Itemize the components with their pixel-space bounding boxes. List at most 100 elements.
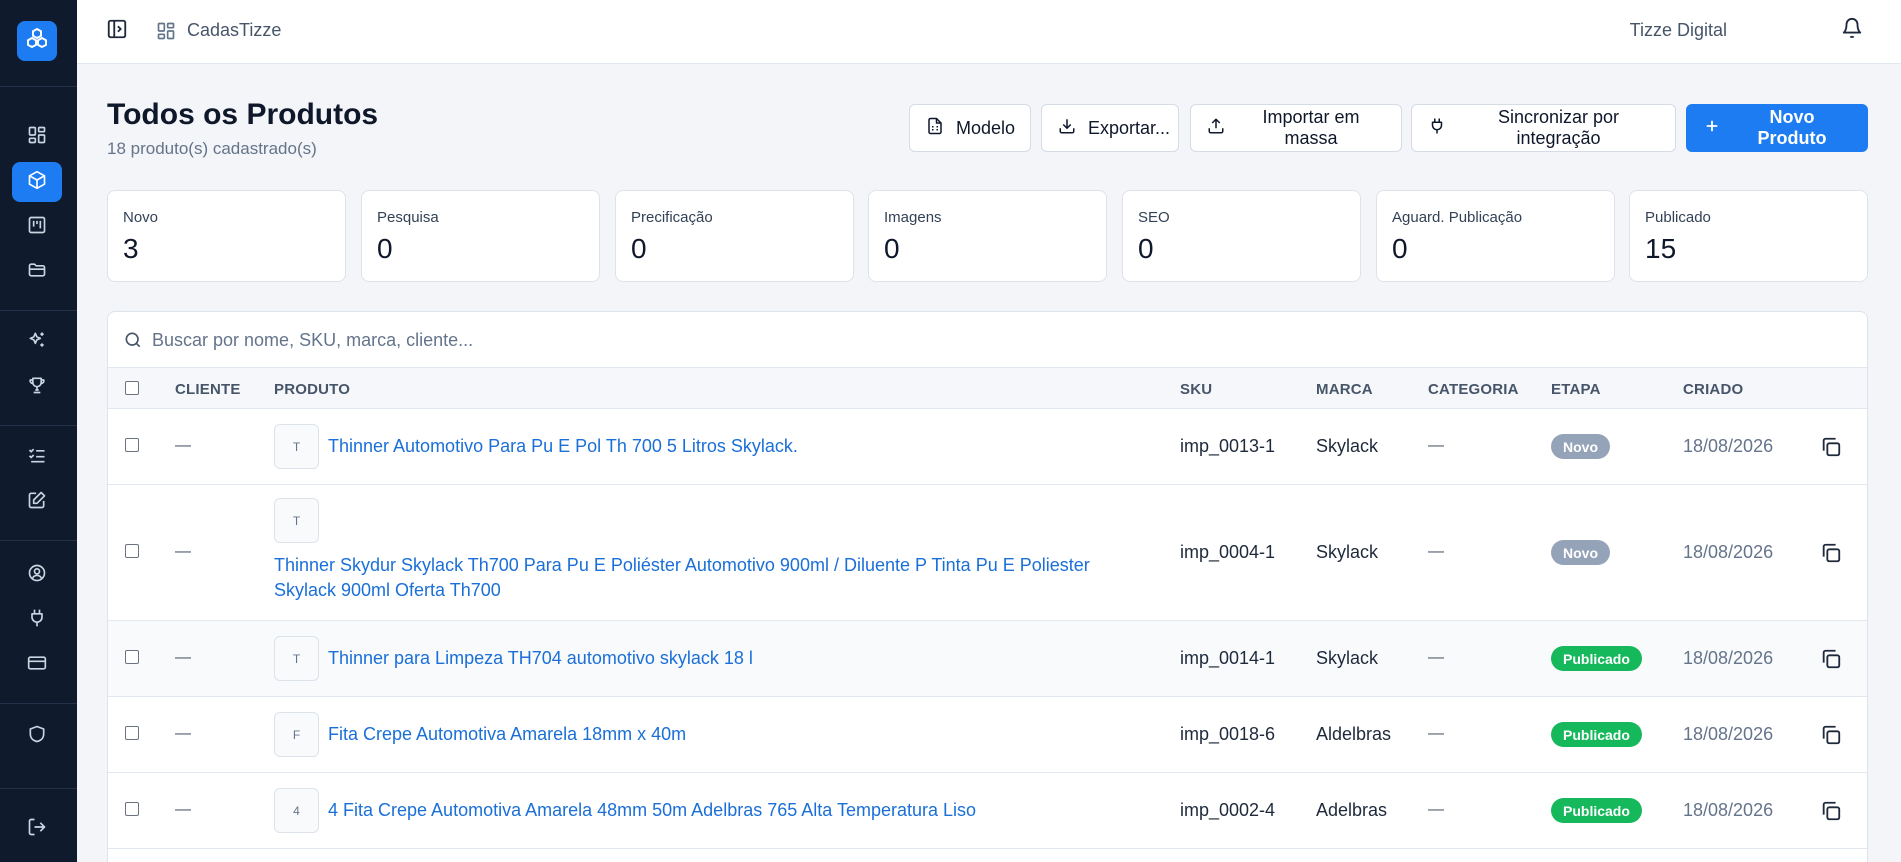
stat-value: 15 bbox=[1645, 233, 1677, 264]
stat-card-precificacao[interactable]: Precificação 0 bbox=[615, 190, 854, 282]
stat-card-publicado[interactable]: Publicado 15 bbox=[1629, 190, 1868, 282]
modelo-button[interactable]: Modelo bbox=[909, 104, 1031, 152]
column-header-marca[interactable]: MARCA bbox=[1316, 381, 1373, 398]
logo-icon bbox=[25, 27, 49, 56]
row-checkbox[interactable] bbox=[125, 650, 139, 664]
stat-card-imagens[interactable]: Imagens 0 bbox=[868, 190, 1107, 282]
sidebar-item-editor[interactable] bbox=[12, 482, 62, 522]
marca-cell: Skylack bbox=[1316, 648, 1379, 668]
sidebar-item-produtos[interactable] bbox=[12, 162, 62, 202]
copy-icon bbox=[1820, 649, 1842, 674]
table-row[interactable]: — T Thinner Skydur Skylack Th700 Para Pu… bbox=[108, 485, 1867, 621]
grid-icon bbox=[156, 21, 176, 41]
sku-cell: imp_0014-1 bbox=[1180, 648, 1276, 668]
product-thumbnail: T bbox=[274, 424, 319, 469]
product-link[interactable]: Thinner Automotivo Para Pu E Pol Th 700 … bbox=[328, 434, 1108, 459]
sidebar-toggle-button[interactable] bbox=[105, 19, 129, 43]
criado-cell: 18/08/2026 bbox=[1683, 436, 1774, 456]
panel-left-icon bbox=[106, 18, 128, 45]
novo-produto-label: Novo Produto bbox=[1757, 107, 1827, 148]
novo-produto-button[interactable]: Novo Produto bbox=[1686, 104, 1868, 152]
sidebar-item-arquivos[interactable] bbox=[12, 252, 62, 292]
row-checkbox[interactable] bbox=[125, 544, 139, 558]
stat-card-seo[interactable]: SEO 0 bbox=[1122, 190, 1361, 282]
criado-cell: 18/08/2026 bbox=[1683, 542, 1774, 562]
product-thumbnail: T bbox=[274, 498, 319, 543]
product-link[interactable]: 4 Fita Crepe Automotiva Amarela 48mm 50m… bbox=[328, 798, 1108, 823]
status-badge: Novo bbox=[1551, 434, 1610, 459]
dashboard-icon bbox=[27, 125, 47, 150]
stat-card-pesquisa[interactable]: Pesquisa 0 bbox=[361, 190, 600, 282]
column-header-cliente[interactable]: CLIENTE bbox=[175, 381, 241, 398]
status-badge: Publicado bbox=[1551, 798, 1642, 823]
sidebar-item-clientes[interactable] bbox=[12, 555, 62, 595]
stat-label: Novo bbox=[123, 209, 159, 226]
column-header-criado[interactable]: CRIADO bbox=[1683, 381, 1743, 398]
sidebar-item-tarefas[interactable] bbox=[12, 437, 62, 477]
table-row[interactable]: — T Thinner para Limpeza TH704 automotiv… bbox=[108, 621, 1867, 697]
table-header: CLIENTE PRODUTO SKU MARCA CATEGORIA ETAP… bbox=[108, 368, 1867, 409]
sincronizar-button[interactable]: Sincronizar por integração bbox=[1411, 104, 1676, 152]
stat-card-novo[interactable]: Novo 3 bbox=[107, 190, 346, 282]
product-thumbnail: 4 bbox=[274, 788, 319, 833]
row-checkbox[interactable] bbox=[125, 438, 139, 452]
search-icon bbox=[123, 330, 143, 350]
sidebar-item-faturamento[interactable] bbox=[12, 645, 62, 685]
product-link[interactable]: Thinner Skydur Skylack Th700 Para Pu E P… bbox=[274, 553, 1144, 603]
notifications-button[interactable] bbox=[1838, 16, 1866, 44]
copy-button[interactable] bbox=[1820, 724, 1842, 746]
app-logo[interactable] bbox=[17, 21, 57, 61]
cliente-cell: — bbox=[175, 725, 191, 742]
criado-cell: 18/08/2026 bbox=[1683, 648, 1774, 668]
categoria-cell: — bbox=[1428, 437, 1444, 454]
product-link[interactable]: Fita Crepe Automotiva Amarela 18mm x 40m bbox=[328, 722, 1108, 747]
sidebar-divider bbox=[0, 310, 77, 311]
criado-cell: 18/08/2026 bbox=[1683, 724, 1774, 744]
row-checkbox[interactable] bbox=[125, 726, 139, 740]
cube-icon bbox=[27, 170, 47, 195]
sidebar-item-dashboard[interactable] bbox=[12, 117, 62, 157]
bell-icon bbox=[1841, 17, 1863, 44]
plus-icon bbox=[1703, 117, 1721, 140]
column-header-sku[interactable]: SKU bbox=[1180, 381, 1212, 398]
column-header-etapa[interactable]: ETAPA bbox=[1551, 381, 1601, 398]
importar-label: Importar em massa bbox=[1262, 107, 1360, 148]
page-title: Todos os Produtos bbox=[107, 98, 379, 131]
sidebar-item-logout[interactable] bbox=[12, 809, 62, 849]
exportar-button[interactable]: Exportar... bbox=[1041, 104, 1179, 152]
upload-icon bbox=[1207, 117, 1225, 140]
copy-icon bbox=[1820, 437, 1842, 462]
topbar: CadasTizze Tizze Digital bbox=[77, 0, 1901, 64]
plug-icon bbox=[1428, 117, 1446, 140]
copy-button[interactable] bbox=[1820, 436, 1842, 458]
table-row[interactable]: — 4 4 Fita Crepe Automotiva Amarela 48mm… bbox=[108, 773, 1867, 849]
categoria-cell: — bbox=[1428, 725, 1444, 742]
sidebar-item-ia[interactable] bbox=[12, 322, 62, 362]
categoria-cell: — bbox=[1428, 543, 1444, 560]
sku-cell: imp_0018-6 bbox=[1180, 724, 1276, 744]
credit-card-icon bbox=[27, 653, 47, 678]
row-checkbox[interactable] bbox=[125, 802, 139, 816]
stat-value: 0 bbox=[377, 233, 393, 264]
list-checks-icon bbox=[27, 445, 47, 470]
trophy-icon bbox=[27, 375, 47, 400]
copy-button[interactable] bbox=[1820, 800, 1842, 822]
stat-card-aguardando-publicacao[interactable]: Aguard. Publicação 0 bbox=[1376, 190, 1615, 282]
marca-cell: Aldelbras bbox=[1316, 724, 1392, 744]
product-link[interactable]: Thinner para Limpeza TH704 automotivo sk… bbox=[328, 646, 1108, 671]
table-row[interactable]: — T Thinner Automotivo Para Pu E Pol Th … bbox=[108, 409, 1867, 485]
select-all-checkbox[interactable] bbox=[125, 381, 139, 395]
sidebar-item-integracoes[interactable] bbox=[12, 600, 62, 640]
sidebar-item-ranking[interactable] bbox=[12, 367, 62, 407]
cliente-cell: — bbox=[175, 543, 191, 560]
copy-button[interactable] bbox=[1820, 648, 1842, 670]
sidebar-item-admin[interactable] bbox=[12, 716, 62, 756]
importar-button[interactable]: Importar em massa bbox=[1190, 104, 1402, 152]
stat-label: Pesquisa bbox=[377, 209, 439, 226]
copy-button[interactable] bbox=[1820, 542, 1842, 564]
column-header-categoria[interactable]: CATEGORIA bbox=[1428, 381, 1519, 398]
sidebar-item-kanban[interactable] bbox=[12, 207, 62, 247]
search-input[interactable] bbox=[152, 324, 1052, 356]
table-row[interactable]: — F Fita Crepe Automotiva Amarela 18mm x… bbox=[108, 697, 1867, 773]
column-header-produto[interactable]: PRODUTO bbox=[274, 381, 350, 398]
